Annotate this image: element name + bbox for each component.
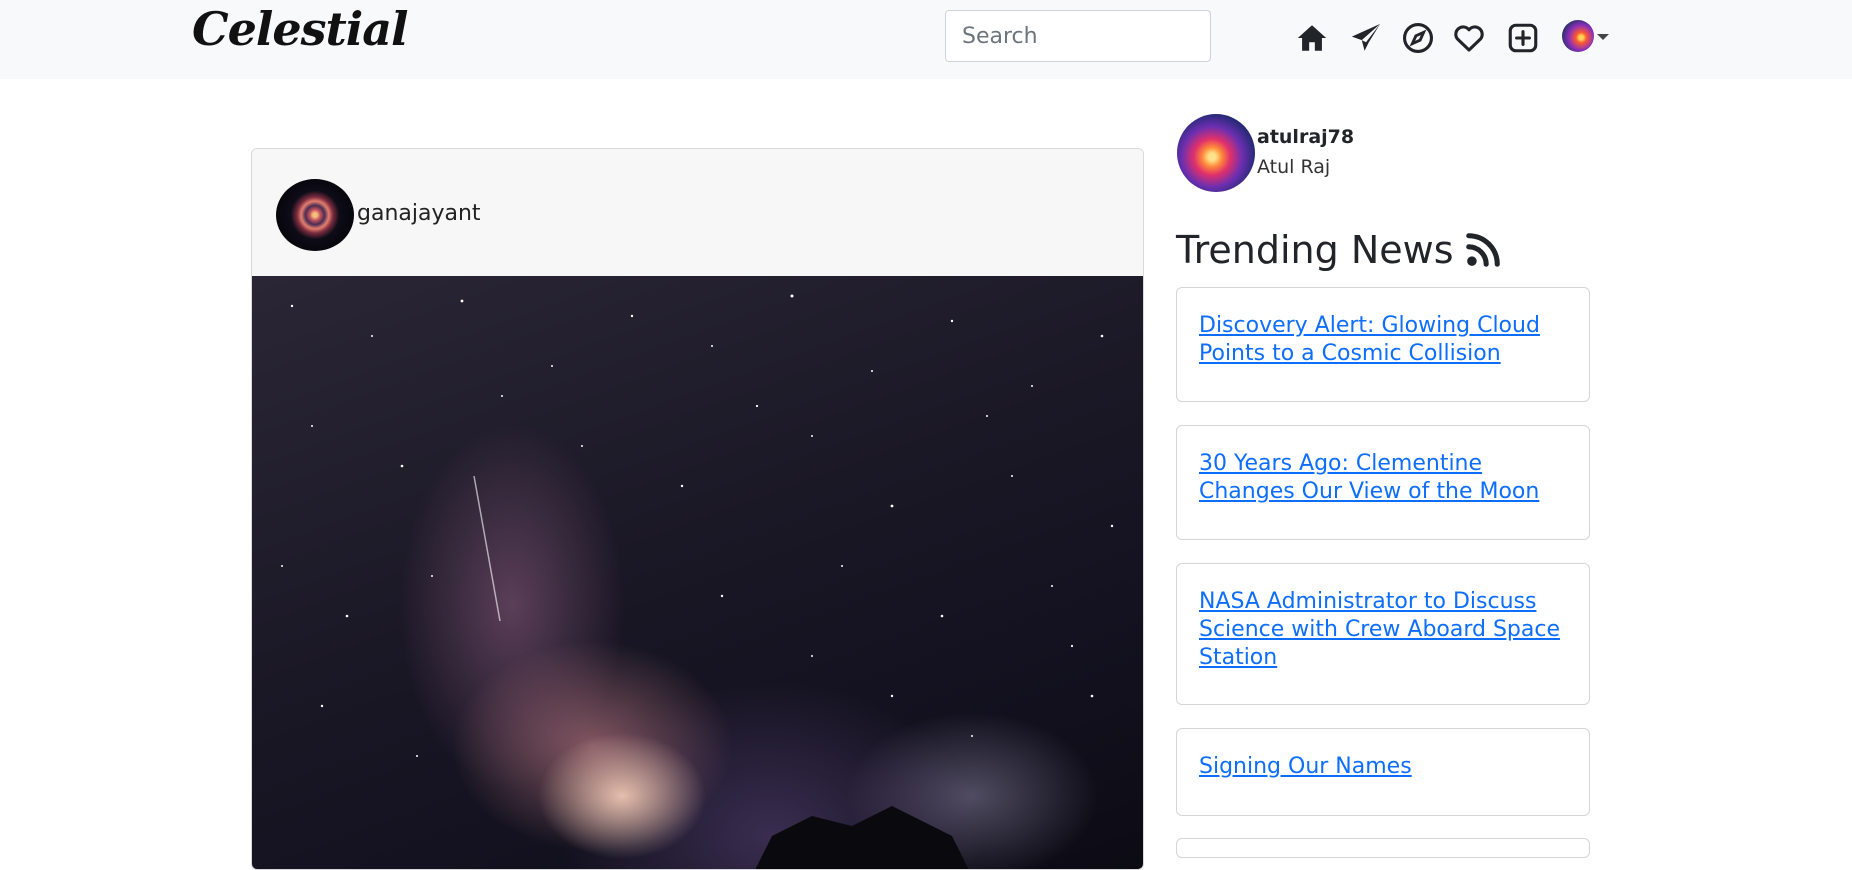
explore-icon[interactable] — [1400, 20, 1436, 56]
news-card — [1176, 838, 1590, 858]
brand-logo[interactable]: Celestial — [192, 2, 409, 56]
current-user-username[interactable]: atulraj78 — [1257, 126, 1354, 148]
news-card: NASA Administrator to Discuss Science wi… — [1176, 563, 1590, 705]
chevron-down-icon[interactable] — [1597, 34, 1609, 40]
heart-icon[interactable] — [1451, 20, 1487, 56]
top-navbar: Celestial — [0, 0, 1852, 79]
search-input[interactable] — [945, 10, 1211, 62]
send-icon[interactable] — [1348, 20, 1384, 56]
rss-icon — [1465, 233, 1500, 267]
current-user-fullname: Atul Raj — [1257, 156, 1331, 178]
news-link[interactable]: 30 Years Ago: Clementine Changes Our Vie… — [1199, 451, 1539, 504]
starfield — [281, 294, 1114, 869]
profile-avatar-menu[interactable] — [1562, 20, 1594, 52]
add-post-icon[interactable] — [1505, 20, 1541, 56]
current-user-avatar[interactable] — [1177, 114, 1255, 192]
news-card: 30 Years Ago: Clementine Changes Our Vie… — [1176, 425, 1590, 540]
post-author-username[interactable]: ganajayant — [357, 201, 481, 226]
post-header: ganajayant — [252, 149, 1143, 277]
home-icon[interactable] — [1294, 20, 1330, 56]
post-card: ganajayant — [251, 148, 1144, 870]
news-card: Discovery Alert: Glowing Cloud Points to… — [1176, 287, 1590, 402]
news-link[interactable]: Signing Our Names — [1199, 754, 1412, 779]
news-link[interactable]: NASA Administrator to Discuss Science wi… — [1199, 589, 1560, 670]
news-card: Signing Our Names — [1176, 728, 1590, 816]
news-link[interactable]: Discovery Alert: Glowing Cloud Points to… — [1199, 313, 1540, 366]
post-image[interactable] — [252, 276, 1143, 869]
trending-news-title: Trending News — [1176, 228, 1454, 272]
trending-news-heading: Trending News — [1176, 228, 1502, 272]
post-author-avatar[interactable] — [276, 179, 354, 251]
